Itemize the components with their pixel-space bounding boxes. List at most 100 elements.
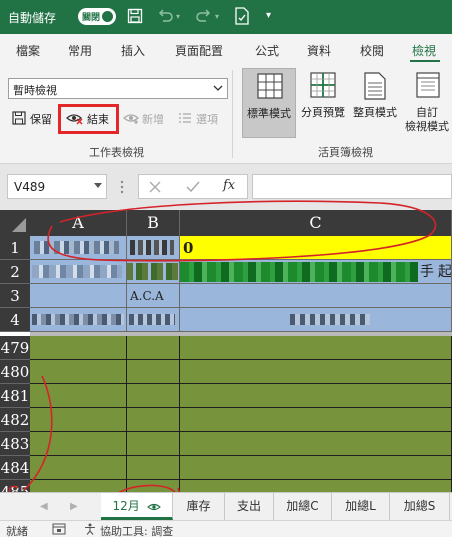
- autosave-toggle[interactable]: 關閉: [78, 8, 116, 25]
- cell-b479[interactable]: [127, 336, 180, 360]
- sheet-view-select[interactable]: 暫時檢視: [8, 78, 228, 99]
- row-header-482[interactable]: 482: [0, 408, 30, 432]
- column-header-b[interactable]: B: [127, 210, 180, 236]
- row-header-485[interactable]: 485: [0, 480, 30, 492]
- cell-a480[interactable]: [30, 360, 127, 384]
- sheet-tab-dec-label: 12月: [112, 499, 140, 513]
- cell-c2[interactable]: 手 起: [180, 260, 452, 284]
- cell-b484[interactable]: [127, 456, 180, 480]
- accessibility-icon[interactable]: [84, 523, 96, 535]
- custom-views-button[interactable]: 自訂 檢視模式: [402, 68, 452, 138]
- cell-a482[interactable]: [30, 408, 127, 432]
- cell-c4[interactable]: [180, 308, 452, 332]
- document-check-icon[interactable]: [234, 7, 250, 25]
- tab-formulas[interactable]: 公式: [255, 42, 279, 59]
- cell-c482[interactable]: [180, 408, 452, 432]
- cell-a1[interactable]: [30, 236, 127, 260]
- cell-b481[interactable]: [127, 384, 180, 408]
- redo-icon[interactable]: [195, 8, 213, 24]
- status-accessibility[interactable]: 協助工具: 調查: [100, 523, 173, 537]
- column-header-c[interactable]: C: [180, 210, 452, 236]
- cell-a3[interactable]: [30, 284, 127, 308]
- cell-b3[interactable]: A.C.A: [127, 284, 180, 308]
- tab-view[interactable]: 檢視: [412, 42, 436, 59]
- row-header-483[interactable]: 483: [0, 432, 30, 456]
- autosave-label: 自動儲存: [8, 11, 57, 25]
- tab-page-layout[interactable]: 頁面配置: [175, 42, 223, 59]
- tab-insert[interactable]: 插入: [121, 42, 145, 59]
- sheet-tab-dec[interactable]: 12月: [101, 493, 173, 520]
- row-header-1[interactable]: 1: [0, 236, 30, 260]
- select-all-corner[interactable]: [0, 210, 30, 236]
- sheet-tab-expenses[interactable]: 支出: [225, 493, 274, 520]
- cell-b1[interactable]: [127, 236, 180, 260]
- page-break-preview-button[interactable]: 分頁預覽: [298, 68, 348, 138]
- cell-a483[interactable]: [30, 432, 127, 456]
- cell-a479[interactable]: [30, 336, 127, 360]
- save-view-icon: [12, 111, 26, 125]
- redo-dropdown-icon[interactable]: ▾: [215, 12, 219, 21]
- cell-a485[interactable]: [30, 480, 127, 492]
- cell-c1[interactable]: 0: [180, 236, 452, 260]
- cell-b4[interactable]: [127, 308, 180, 332]
- macro-record-icon[interactable]: [52, 523, 66, 535]
- row-header-4[interactable]: 4: [0, 308, 30, 332]
- scroll-right-icon[interactable]: ▶: [70, 501, 78, 512]
- cell-a484[interactable]: [30, 456, 127, 480]
- cell-a2[interactable]: [30, 260, 127, 284]
- scroll-left-icon[interactable]: ◀: [40, 501, 48, 512]
- sheet-tab-total-c[interactable]: 加總C: [274, 493, 332, 520]
- cell-a481[interactable]: [30, 384, 127, 408]
- toggle-knob: [102, 11, 113, 22]
- autosave-toggle-label: 關閉: [82, 13, 101, 23]
- tab-review[interactable]: 校閱: [360, 42, 384, 59]
- page-layout-button[interactable]: 整頁模式: [349, 68, 401, 138]
- cell-c483[interactable]: [180, 432, 452, 456]
- cancel-icon[interactable]: [149, 181, 161, 193]
- cell-c479[interactable]: [180, 336, 452, 360]
- row-header-480[interactable]: 480: [0, 360, 30, 384]
- tab-data[interactable]: 資料: [307, 42, 331, 59]
- insert-function-icon[interactable]: fx: [223, 178, 235, 193]
- pixelated-text: [34, 241, 119, 254]
- column-header-a[interactable]: A: [30, 210, 127, 236]
- cell-b485[interactable]: [127, 480, 180, 492]
- cell-b480[interactable]: [127, 360, 180, 384]
- cell-b482[interactable]: [127, 408, 180, 432]
- eye-new-icon: [123, 111, 141, 125]
- tab-home[interactable]: 常用: [68, 42, 92, 59]
- enter-check-icon[interactable]: [186, 181, 200, 193]
- cell-b483[interactable]: [127, 432, 180, 456]
- row-header-3[interactable]: 3: [0, 284, 30, 308]
- customize-dropdown-icon[interactable]: ▾: [266, 10, 271, 21]
- tab-file[interactable]: 檔案: [16, 42, 40, 59]
- undo-dropdown-icon[interactable]: ▾: [176, 12, 180, 21]
- workbook-views-group-label: 活頁簿檢視: [318, 146, 373, 159]
- row-header-481[interactable]: 481: [0, 384, 30, 408]
- cell-c484[interactable]: [180, 456, 452, 480]
- undo-icon[interactable]: [156, 8, 174, 24]
- cell-b2[interactable]: [127, 260, 180, 284]
- cell-c3[interactable]: [180, 284, 452, 308]
- name-box[interactable]: V489: [7, 174, 107, 199]
- new-view-button[interactable]: 新增: [142, 111, 164, 127]
- sheet-tab-total-l[interactable]: 加總L: [332, 493, 390, 520]
- sheet-tab-inventory[interactable]: 庫存: [173, 493, 225, 520]
- worksheet-grid[interactable]: A B C 1 2 3 4 479 480 481 482 483 484 48…: [0, 210, 452, 492]
- sheet-tab-total-s[interactable]: 加總S: [390, 493, 450, 520]
- row-header-484[interactable]: 484: [0, 456, 30, 480]
- cell-c480[interactable]: [180, 360, 452, 384]
- name-box-value: V489: [14, 180, 46, 194]
- cell-a4[interactable]: [30, 308, 127, 332]
- normal-view-button[interactable]: 標準模式: [242, 68, 296, 138]
- formula-input[interactable]: [252, 174, 452, 199]
- pixelated-text: [180, 262, 418, 282]
- cell-c485[interactable]: [180, 480, 452, 492]
- row-header-2[interactable]: 2: [0, 260, 30, 284]
- keep-view-button[interactable]: 保留: [30, 111, 52, 127]
- row-header-479[interactable]: 479: [0, 336, 30, 360]
- save-icon[interactable]: [127, 8, 143, 24]
- pixelated-text: [130, 240, 174, 255]
- view-options-button[interactable]: 選項: [196, 111, 218, 127]
- cell-c481[interactable]: [180, 384, 452, 408]
